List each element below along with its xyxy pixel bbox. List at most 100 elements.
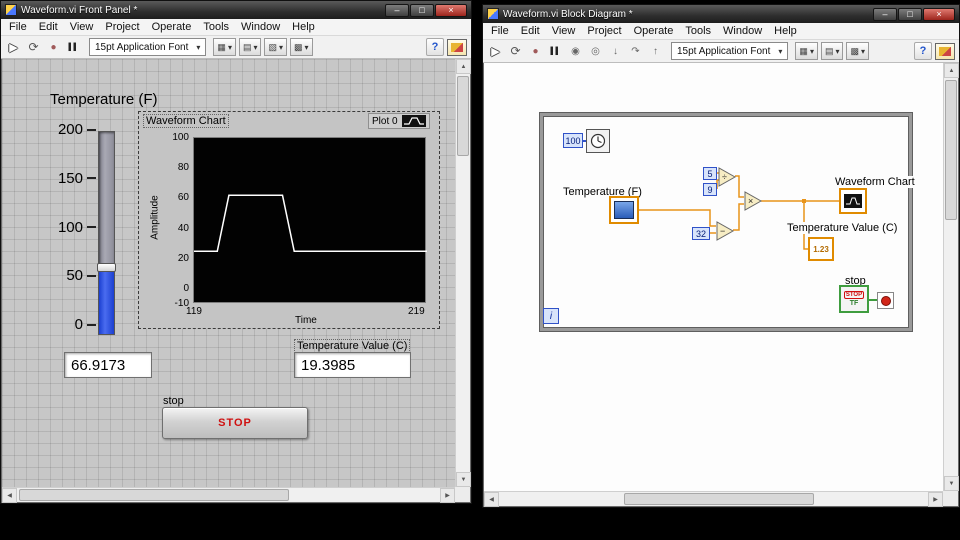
abort-button[interactable]: ● <box>45 39 62 56</box>
run-button[interactable]: ▶ <box>5 39 22 56</box>
step-into-button[interactable]: ↓ <box>607 43 624 60</box>
menu-view[interactable]: View <box>546 25 582 37</box>
temperature-control-terminal[interactable] <box>609 196 639 224</box>
menu-window[interactable]: Window <box>235 21 286 33</box>
font-selector-value: 15pt Application Font <box>677 46 770 57</box>
wire-divide-out[interactable] <box>735 176 744 197</box>
menu-operate[interactable]: Operate <box>146 21 198 33</box>
vertical-scroll-thumb[interactable] <box>945 80 957 220</box>
retain-wire-values-button[interactable]: ◎ <box>587 43 604 60</box>
align-objects-button[interactable]: ▦▾ <box>213 38 236 56</box>
clean-up-diagram-button[interactable]: ▩▾ <box>846 42 869 60</box>
resize-objects-button[interactable]: ▧▾ <box>264 38 287 56</box>
loop-condition-terminal[interactable] <box>877 292 894 309</box>
horizontal-scroll-thumb[interactable] <box>19 489 289 501</box>
step-out-button[interactable]: ↑ <box>647 43 664 60</box>
menu-project[interactable]: Project <box>99 21 145 33</box>
align-objects-button[interactable]: ▦▾ <box>795 42 818 60</box>
slider-track[interactable] <box>98 131 115 335</box>
maximize-icon[interactable]: □ <box>410 4 434 17</box>
wire-subtract-out[interactable] <box>733 204 744 230</box>
pause-button[interactable]: ▌▌ <box>547 43 564 60</box>
context-help-button[interactable]: ? <box>914 42 932 60</box>
menu-view[interactable]: View <box>64 21 100 33</box>
scroll-left-icon[interactable]: ◀ <box>2 488 17 503</box>
menu-tools[interactable]: Tools <box>197 21 235 33</box>
distribute-objects-button[interactable]: ▤▾ <box>821 42 844 60</box>
waveform-chart-terminal[interactable] <box>839 188 867 214</box>
menu-file[interactable]: File <box>485 25 515 37</box>
menu-window[interactable]: Window <box>717 25 768 37</box>
temperature-value-label[interactable]: Temperature Value (C) <box>294 339 410 353</box>
waveform-chart-terminal-label[interactable]: Waveform Chart <box>835 176 915 188</box>
menu-file[interactable]: File <box>3 21 33 33</box>
temperature-value-display[interactable]: 19.3985 <box>294 352 411 378</box>
highlight-execution-icon: ◉ <box>571 46 580 57</box>
scroll-left-icon[interactable]: ◀ <box>484 492 499 507</box>
chevron-down-icon: ▾ <box>861 47 865 56</box>
chevron-down-icon: ▾ <box>253 43 257 52</box>
menu-operate[interactable]: Operate <box>628 25 680 37</box>
menu-edit[interactable]: Edit <box>33 21 64 33</box>
menu-project[interactable]: Project <box>581 25 627 37</box>
menu-edit[interactable]: Edit <box>515 25 546 37</box>
run-continuous-button[interactable]: ⟳ <box>507 43 524 60</box>
scale-tick-label: 200 <box>58 121 83 138</box>
block-diagram-titlebar[interactable]: Waveform.vi Block Diagram * – □ × <box>483 5 959 23</box>
run-button[interactable]: ▶ <box>487 43 504 60</box>
scroll-right-icon[interactable]: ▶ <box>928 492 943 507</box>
numeric-indicator-icon: 1.23 <box>813 245 829 254</box>
constant-9[interactable]: 9 <box>703 183 717 196</box>
tick-mark <box>87 177 96 179</box>
run-continuous-button[interactable]: ⟳ <box>25 39 42 56</box>
front-panel-vertical-scrollbar[interactable]: ▲ ▼ <box>455 59 470 487</box>
wait-ms-constant[interactable]: 100 <box>563 133 583 148</box>
constant-32[interactable]: 32 <box>692 227 710 240</box>
scroll-right-icon[interactable]: ▶ <box>440 488 455 503</box>
scroll-down-icon[interactable]: ▼ <box>456 472 471 487</box>
wire-temperature[interactable] <box>639 210 716 226</box>
minimize-icon[interactable]: – <box>873 8 897 21</box>
abort-button[interactable]: ● <box>527 43 544 60</box>
menu-help[interactable]: Help <box>768 25 803 37</box>
minimize-icon[interactable]: – <box>385 4 409 17</box>
waveform-chart-label[interactable]: Waveform Chart <box>143 114 229 128</box>
wire-layer <box>484 63 943 491</box>
multiply-function[interactable]: × <box>744 191 762 211</box>
front-panel-titlebar[interactable]: Waveform.vi Front Panel * – □ × <box>1 1 471 19</box>
step-over-button[interactable]: ↷ <box>627 43 644 60</box>
block-diagram-vertical-scrollbar[interactable]: ▲ ▼ <box>943 63 958 491</box>
distribute-objects-button[interactable]: ▤▾ <box>239 38 262 56</box>
close-icon[interactable]: × <box>923 8 955 21</box>
front-panel-horizontal-scrollbar[interactable]: ◀ ▶ <box>2 487 455 502</box>
menu-tools[interactable]: Tools <box>679 25 717 37</box>
font-selector[interactable]: 15pt Application Font ▾ <box>671 42 788 60</box>
scroll-down-icon[interactable]: ▼ <box>944 476 959 491</box>
horizontal-scroll-thumb[interactable] <box>624 493 814 505</box>
vertical-scroll-thumb[interactable] <box>457 76 469 156</box>
font-selector[interactable]: 15pt Application Font ▾ <box>89 38 206 56</box>
menu-help[interactable]: Help <box>286 21 321 33</box>
block-diagram-horizontal-scrollbar[interactable]: ◀ ▶ <box>484 491 943 506</box>
wait-until-next-ms-node[interactable] <box>586 129 610 153</box>
reorder-objects-button[interactable]: ▩▾ <box>290 38 313 56</box>
scroll-up-icon[interactable]: ▲ <box>456 59 471 74</box>
subtract-function[interactable]: − <box>716 221 734 241</box>
scroll-up-icon[interactable]: ▲ <box>944 63 959 78</box>
pause-button[interactable]: ▌▌ <box>65 39 82 56</box>
stop-button-terminal[interactable]: STOP TF <box>839 285 869 313</box>
loop-iteration-terminal[interactable]: i <box>543 308 559 324</box>
temperature-value-indicator-terminal[interactable]: 1.23 <box>808 237 834 261</box>
stop-button[interactable]: STOP <box>162 407 308 439</box>
plot-legend[interactable]: Plot 0 <box>368 113 430 129</box>
temperature-value-terminal-label[interactable]: Temperature Value (C) <box>787 222 897 234</box>
constant-5[interactable]: 5 <box>703 167 717 180</box>
slider-handle[interactable] <box>97 263 116 272</box>
divide-function[interactable]: ÷ <box>718 167 736 187</box>
highlight-execution-button[interactable]: ◉ <box>567 43 584 60</box>
slider-digital-display[interactable]: 66.9173 <box>64 352 152 378</box>
context-help-button[interactable]: ? <box>426 38 444 56</box>
distribute-icon: ▤ <box>825 46 834 57</box>
close-icon[interactable]: × <box>435 4 467 17</box>
maximize-icon[interactable]: □ <box>898 8 922 21</box>
